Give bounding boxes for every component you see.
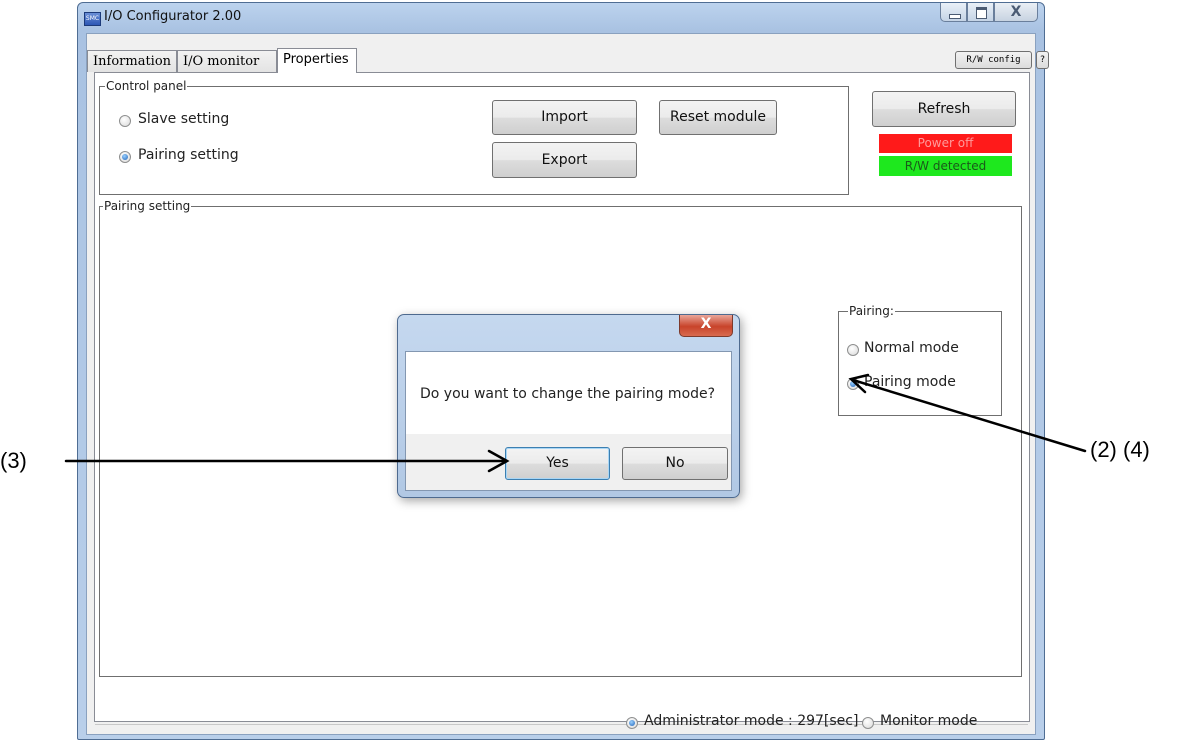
arrow-to-pairing-line bbox=[851, 378, 1087, 453]
annotation-arrows bbox=[64, 373, 1087, 473]
tab-properties[interactable]: Properties bbox=[277, 48, 357, 73]
